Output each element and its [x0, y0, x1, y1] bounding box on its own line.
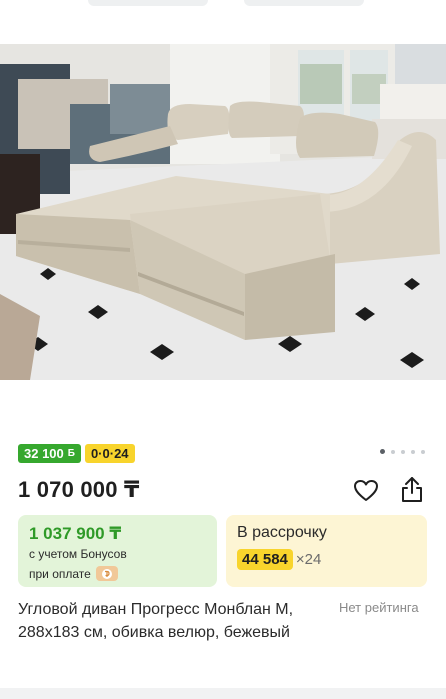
bonus-price-card[interactable]: 1 037 900 ₸ с учетом Бонусов при оплате: [18, 515, 217, 587]
bonus-badge-value: 32 100: [24, 446, 64, 461]
installment-months: ×24: [295, 551, 322, 568]
product-title[interactable]: Угловой диван Прогресс Монблан М, 288x18…: [18, 599, 336, 644]
carousel-dot[interactable]: [391, 449, 395, 454]
bonus-price-note: с учетом Бонусов: [29, 547, 127, 561]
installment-badge: 0·0·24: [84, 444, 135, 463]
heart-icon: [354, 480, 378, 501]
installment-card[interactable]: В рассрочку 44 584 ×24: [226, 515, 427, 587]
bonus-price-condition: при оплате: [29, 566, 118, 581]
previous-card-edge: [244, 0, 364, 6]
top-strip: [0, 0, 446, 44]
rating-status[interactable]: Нет рейтинга: [339, 600, 419, 615]
previous-card-edge: [88, 0, 208, 6]
installment-row: 44 584 ×24: [237, 549, 321, 570]
carousel-dot[interactable]: [401, 449, 405, 454]
bonus-price-condition-text: при оплате: [29, 566, 91, 581]
installment-title: В рассрочку: [237, 524, 327, 541]
product-photo[interactable]: [0, 44, 446, 380]
share-button[interactable]: [398, 475, 426, 505]
badge-row: 32 100 Б 0·0·24: [18, 444, 135, 463]
bonus-price-value: 1 037 900 ₸: [29, 524, 122, 543]
next-section-edge: [0, 688, 446, 699]
bonus-badge: 32 100 Б: [18, 444, 81, 463]
product-price: 1 070 000 ₸: [18, 477, 140, 502]
bonus-coin-icon: Б: [67, 448, 75, 459]
share-icon: [402, 477, 422, 502]
favorite-button[interactable]: [352, 477, 380, 505]
carousel-dots[interactable]: [380, 449, 425, 454]
carousel-dot[interactable]: [380, 449, 385, 454]
sofa-photo-illustration: [0, 44, 446, 380]
carousel-dot[interactable]: [421, 449, 425, 454]
carousel-dot[interactable]: [411, 449, 415, 454]
installment-amount: 44 584: [237, 549, 293, 570]
wallet-icon: [95, 566, 118, 581]
